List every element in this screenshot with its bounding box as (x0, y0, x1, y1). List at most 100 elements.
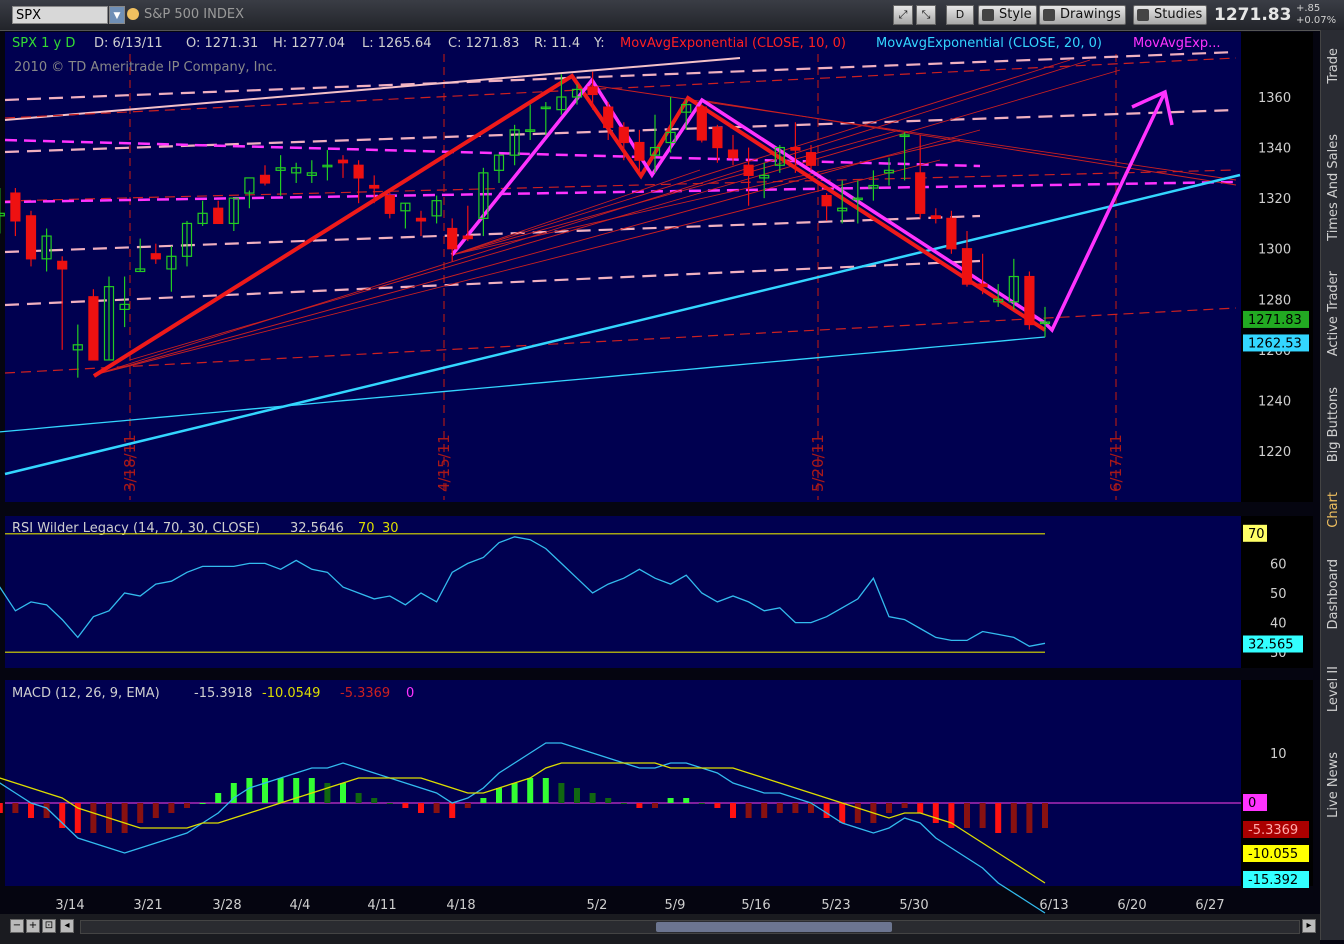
side-tab-dashboard[interactable]: Dashboard (1321, 540, 1344, 648)
macd-histogram-bar (667, 798, 674, 803)
date-marker-label: 5/20/11 (809, 434, 827, 492)
date-axis-label: 4/18 (446, 898, 475, 913)
macd-avg-value: -10.0549 (262, 686, 320, 701)
scrollbar-thumb[interactable] (656, 922, 892, 932)
side-tab-label: Live News (1325, 752, 1341, 818)
ema10-label[interactable]: MovAvgExponential (CLOSE, 10, 0) (620, 36, 846, 51)
side-tab-chart[interactable]: Chart (1321, 482, 1344, 538)
side-tab-big-buttons[interactable]: Big Buttons (1321, 370, 1344, 480)
candle-body (0, 212, 5, 217)
macd-histogram-bar (839, 803, 846, 823)
rsi-ob-badge-text: 70 (1248, 527, 1265, 542)
macd-histogram-bar (979, 803, 986, 828)
macd-histogram-bar (168, 803, 175, 813)
macd-histogram-bar (199, 803, 206, 804)
candle-body (930, 215, 941, 219)
candle-body (603, 106, 614, 128)
style-icon (982, 9, 994, 21)
candle-body (447, 227, 458, 250)
style-button[interactable]: Style (978, 5, 1037, 25)
macd-zero-value: 0 (406, 686, 414, 701)
candle-body (88, 296, 99, 361)
candle-body (384, 195, 395, 214)
macd-histogram-bar (449, 803, 456, 818)
side-tab-label: Trade (1325, 48, 1341, 84)
last-price-badge-text: 1271.83 (1248, 313, 1302, 328)
studies-button[interactable]: Studies (1133, 5, 1208, 25)
candle-body (337, 159, 349, 164)
zoom-out-icon[interactable]: − (10, 919, 24, 933)
period-d-button[interactable]: D (946, 5, 974, 25)
date-axis-label: 5/9 (665, 898, 686, 913)
tool-icon-1[interactable]: ⤢ (893, 5, 913, 25)
scroll-right-icon[interactable]: ▸ (1302, 919, 1316, 933)
symbol-input[interactable]: SPX (12, 6, 108, 24)
candle-body (805, 152, 817, 166)
bottom-bar: − + ⊡ ◂ ▸ (0, 914, 1320, 944)
net-change-percent: +0.07% (1296, 15, 1337, 26)
date-axis-label: 5/30 (899, 898, 928, 913)
rsi-tick-label: 60 (1270, 557, 1287, 572)
candle-body (369, 184, 380, 189)
date-axis-label: 6/20 (1117, 898, 1146, 913)
macd-histogram-bar (402, 803, 409, 808)
date-axis-label: 6/27 (1195, 898, 1224, 913)
macd-histogram-bar (636, 803, 643, 808)
chart-scrollbar[interactable] (80, 920, 1300, 934)
symbol-dropdown-button[interactable]: ▼ (109, 6, 125, 24)
macd-histogram-bar (464, 803, 471, 808)
date-axis-label: 5/2 (587, 898, 608, 913)
chart-area[interactable]: SPX 1 y D D: 6/13/11 O: 1271.31 H: 1277.… (0, 30, 1320, 914)
symbol-description: S&P 500 INDEX (144, 7, 244, 22)
zoom-in-icon[interactable]: + (26, 919, 40, 933)
date-axis-label: 4/4 (290, 898, 311, 913)
scroll-left-icon[interactable]: ◂ (60, 919, 74, 933)
drawings-button[interactable]: Drawings (1039, 5, 1126, 25)
ema20-label[interactable]: MovAvgExponential (CLOSE, 20, 0) (876, 36, 1102, 51)
candle-body (915, 172, 926, 214)
candle-body (353, 164, 364, 179)
macd-title[interactable]: MACD (12, 26, 9, EMA) (12, 686, 160, 701)
rsi-value-badge-text: 32.565 (1248, 638, 1294, 653)
studies-icon (1137, 9, 1149, 21)
candle-body (10, 192, 21, 222)
price-tick-label: 1300 (1258, 243, 1291, 258)
macd-histogram-bar (496, 788, 502, 803)
macd-histogram-bar (620, 803, 627, 804)
zoom-reset-icon[interactable]: ⊡ (42, 919, 56, 933)
macd-histogram-bar (745, 803, 752, 818)
macd-histogram-bar (480, 798, 487, 803)
ema-magenta-label[interactable]: MovAvgExp... (1133, 36, 1221, 51)
side-tab-times-and-sales[interactable]: Times And Sales (1321, 102, 1344, 272)
macd-badge-text: -15.392 (1248, 873, 1298, 888)
macd-histogram-bar (355, 793, 362, 803)
symbol-settings-icon[interactable] (127, 8, 139, 20)
macd-histogram-bar (137, 803, 144, 823)
macd-histogram-bar (917, 803, 924, 813)
date-axis: 3/14 3/21 3/28 4/4 4/11 4/18 5/2 5/9 5/16 5/23 5/3… (55, 898, 1224, 913)
price-tick-label: 1240 (1258, 394, 1291, 409)
last-price: 1271.83 (1214, 5, 1292, 25)
side-tab-level-ii[interactable]: Level II (1321, 650, 1344, 728)
rsi-tick-label: 50 (1270, 587, 1287, 602)
macd-histogram-bar (324, 783, 331, 803)
candle-body (743, 164, 754, 176)
drawings-label: Drawings (1060, 7, 1121, 22)
macd-badge-text: -10.055 (1248, 847, 1298, 862)
side-tab-trade[interactable]: Trade (1321, 30, 1344, 102)
ema-badge-text: 1262.53 (1248, 336, 1302, 351)
side-tab-live-news[interactable]: Live News (1321, 730, 1344, 840)
candle-body (25, 215, 37, 260)
macd-panel-bg (5, 680, 1241, 886)
macd-histogram-bar (995, 803, 1002, 833)
macd-badge-text: -5.3369 (1248, 823, 1298, 838)
side-tab-active-trader[interactable]: Active Trader (1321, 260, 1344, 368)
macd-histogram-bar (215, 793, 222, 803)
tool-icon-2[interactable]: ⤡ (916, 5, 936, 25)
style-label: Style (999, 7, 1032, 22)
copyright-text: 2010 © TD Ameritrade IP Company, Inc. (14, 60, 277, 75)
side-tab-label: Big Buttons (1325, 387, 1341, 463)
macd-value: -15.3918 (194, 686, 252, 701)
candle-body (961, 248, 973, 285)
macd-histogram-bar (714, 803, 721, 808)
